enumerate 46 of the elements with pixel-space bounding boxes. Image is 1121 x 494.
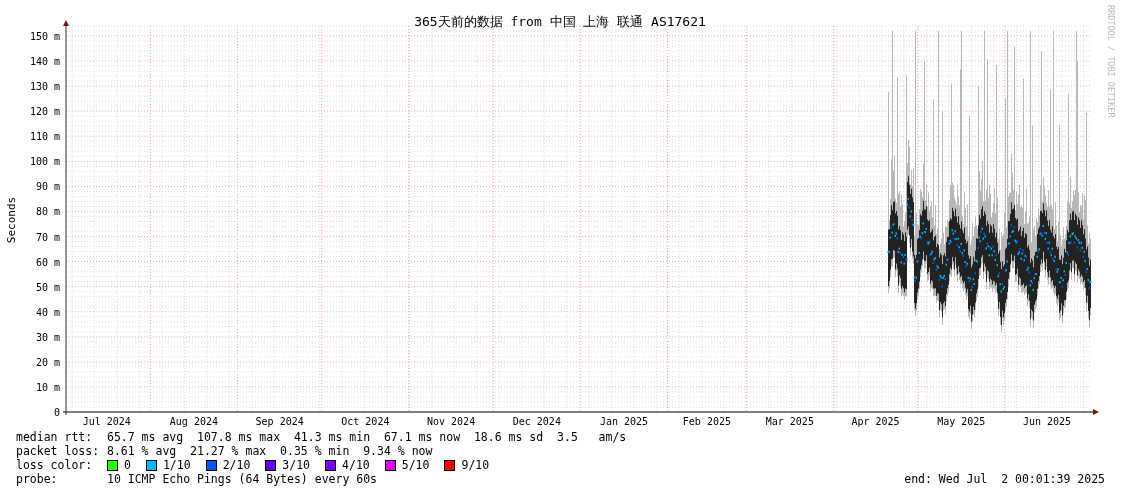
y-tick-label: 80 m [35, 206, 60, 218]
probe-description: 10 ICMP Echo Pings (64 Bytes) every 60s [107, 472, 378, 486]
x-tick-label: Jan 2025 [599, 416, 649, 427]
loss-color-label: 4/10 [342, 458, 370, 472]
y-tick-label: 140 m [29, 56, 60, 67]
y-tick-label: 120 m [29, 106, 60, 118]
y-tick-label: 70 m [35, 231, 60, 243]
y-tick-label: 90 m [35, 181, 60, 193]
loss-color-label: 0 [124, 458, 131, 472]
x-tick-label: May 2025 [937, 416, 986, 427]
y-tick-label: 60 m [35, 256, 60, 268]
loss-color-label: 3/10 [282, 458, 311, 472]
y-tick-label: 40 m [35, 306, 60, 318]
x-tick-label: Oct 2024 [341, 416, 390, 427]
legend-label: median rtt: [16, 430, 94, 444]
x-tick-label: Feb 2025 [682, 416, 731, 427]
y-tick-label: 50 m [35, 281, 60, 293]
x-tick-label: Mar 2025 [765, 416, 814, 427]
y-tick-label: 110 m [29, 131, 60, 143]
loss-color-label: 2/10 [222, 458, 251, 472]
loss-color-label: 5/10 [401, 458, 430, 472]
y-tick-label: 150 m [29, 30, 60, 42]
y-tick-label: 20 m [35, 356, 60, 368]
y-tick-label: 0 [53, 407, 60, 418]
x-tick-label: Jul 2024 [82, 416, 131, 427]
x-tick-label: Sep 2024 [255, 416, 304, 427]
x-tick-label: Aug 2024 [169, 416, 218, 427]
median-rtt-stats: 65.7 ms avg 107.8 ms max 41.3 ms min 67.1 ms now 18.6 ms sd 3.5 am/s [107, 430, 627, 444]
y-tick-label: 130 m [29, 81, 60, 93]
y-axis-label: Seconds [5, 196, 18, 244]
loss-color-label: 1/10 [162, 458, 191, 472]
watermark: RRDTOOL / TOBI OETIKER [1106, 5, 1116, 118]
legend-label: packet loss: [16, 444, 101, 458]
legend-label: loss color: [16, 458, 94, 472]
y-tick-label: 30 m [35, 331, 60, 343]
end-time: end: Wed Jul 2 00:01:39 2025 [904, 472, 1105, 486]
y-tick-label: 100 m [29, 156, 60, 168]
x-tick-label: Dec 2024 [512, 416, 561, 427]
chart-title: 365天前的数据 from 中国 上海 联通 AS17621 [414, 14, 706, 29]
loss-color-label: 9/10 [461, 458, 490, 472]
y-tick-label: 10 m [35, 381, 60, 393]
x-tick-label: Nov 2024 [427, 416, 476, 427]
x-tick-label: Apr 2025 [851, 416, 900, 427]
x-tick-label: Jun 2025 [1022, 416, 1072, 427]
legend-label: probe: [16, 472, 59, 486]
packet-loss-stats: 8.61 % avg 21.27 % max 0.35 % min 9.34 % now [107, 444, 433, 458]
